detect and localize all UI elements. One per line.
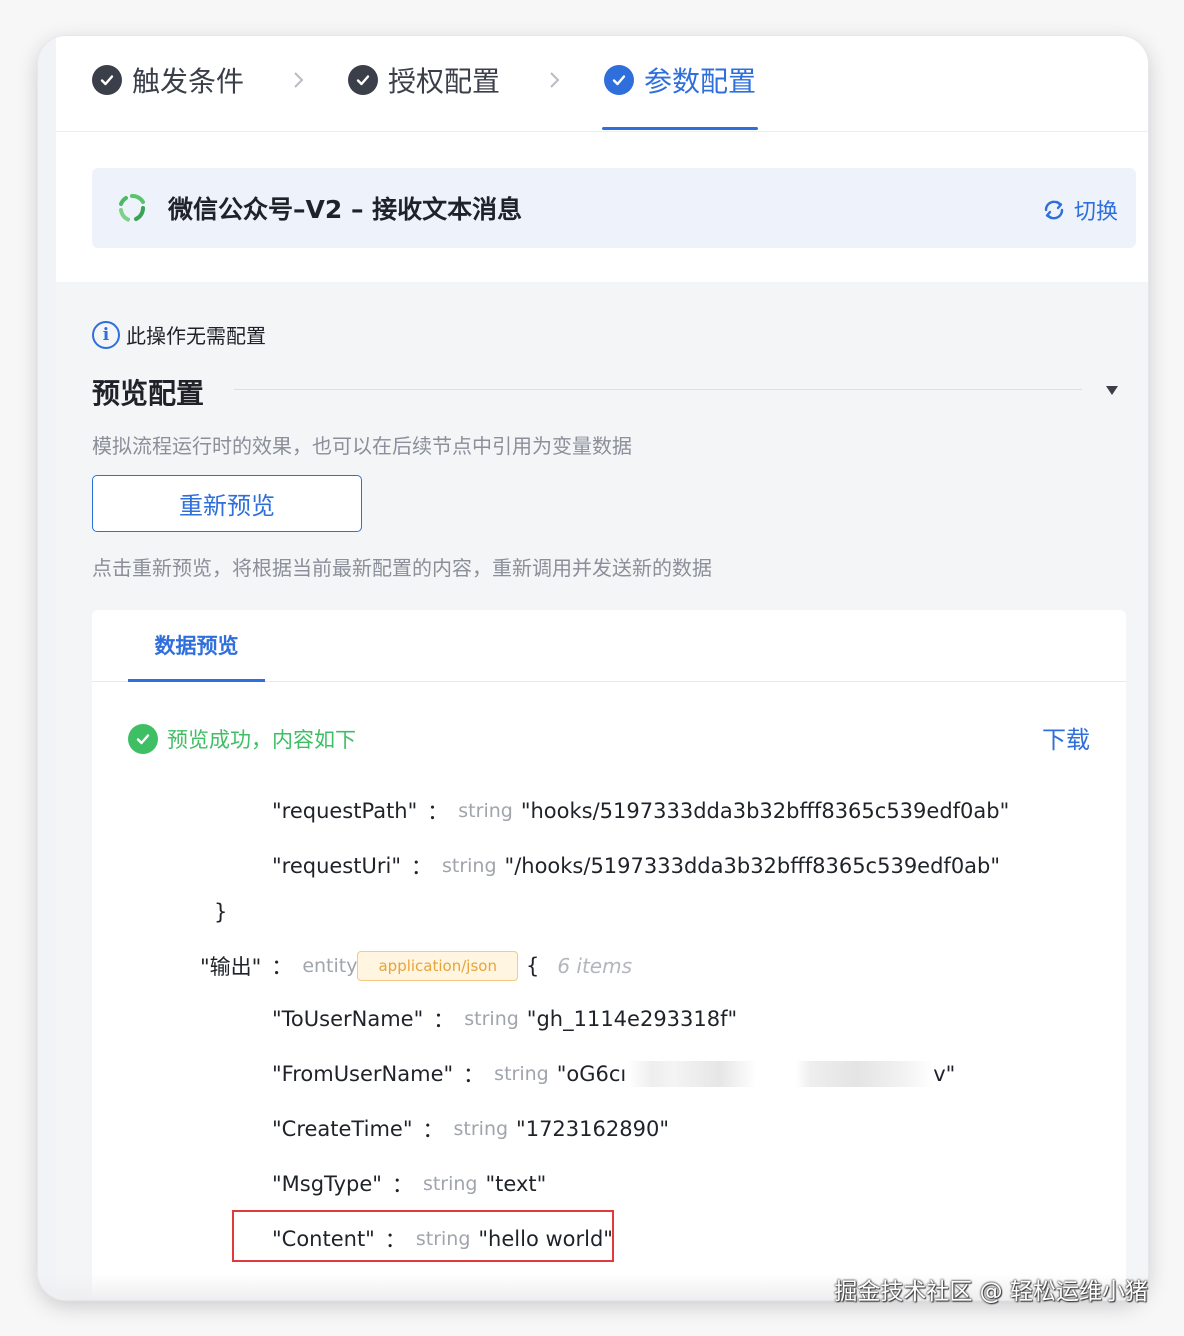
- json-value: "hello world": [478, 1227, 613, 1251]
- json-key: "requestUri": [272, 854, 401, 878]
- json-row-from-user: "FromUserName" ： string "oG6cı v": [272, 1059, 955, 1089]
- json-value: "text": [485, 1172, 547, 1196]
- json-row-msg-type: "MsgType" ： string "text": [272, 1169, 546, 1199]
- json-row-content: "Content" ： string "hello world": [272, 1224, 613, 1254]
- tab-data-preview[interactable]: 数据预览: [128, 610, 265, 682]
- app-title: 微信公众号–V2 – 接收文本消息: [168, 195, 523, 224]
- section-description: 模拟流程运行时的效果，也可以在后续节点中引用为变量数据: [92, 434, 632, 458]
- step-label: 授权配置: [388, 65, 501, 98]
- app-banner: 微信公众号–V2 – 接收文本消息 切换: [92, 168, 1136, 248]
- json-type: entity: [302, 955, 358, 977]
- json-value: "gh_1114e293318f": [526, 1007, 738, 1031]
- step-label: 参数配置: [644, 65, 757, 98]
- info-notice: i 此操作无需配置: [92, 320, 266, 349]
- chevron-right-icon: [550, 72, 560, 88]
- switch-icon: [1044, 200, 1064, 220]
- json-value-start: "oG6cı: [556, 1062, 627, 1086]
- active-step-underline: [602, 127, 758, 130]
- json-value: "/hooks/5197333dda3b32bfff8365c539edf0ab…: [504, 854, 1001, 878]
- json-key: "MsgType": [272, 1172, 382, 1196]
- json-colon: ：: [427, 800, 449, 824]
- success-icon: [128, 724, 158, 754]
- check-circle-icon: [92, 65, 122, 95]
- json-close-brace: }: [214, 900, 228, 924]
- json-type: string: [494, 1063, 549, 1085]
- config-area: i 此操作无需配置 预览配置 模拟流程运行时的效果，也可以在后续节点中引用为变量…: [56, 282, 1148, 1300]
- json-row-to-user: "ToUserName" ： string "gh_1114e293318f": [272, 1004, 737, 1034]
- app-logo-icon: [119, 194, 146, 222]
- step-trigger[interactable]: 触发条件: [92, 62, 244, 98]
- step-label: 触发条件: [132, 65, 245, 98]
- json-value: "1723162890": [516, 1117, 669, 1141]
- json-type: string: [464, 1008, 519, 1030]
- json-type: string: [441, 855, 497, 877]
- json-colon: ：: [410, 855, 432, 879]
- json-value-end: v": [933, 1062, 956, 1086]
- redacted-blur: [628, 1061, 934, 1087]
- json-key: "CreateTime": [272, 1117, 413, 1141]
- info-text: 此操作无需配置: [126, 324, 266, 348]
- json-colon: ：: [384, 1228, 406, 1252]
- chevron-right-icon: [294, 72, 304, 88]
- switch-button[interactable]: 切换: [1040, 194, 1118, 226]
- item-count: 6 items: [557, 954, 633, 978]
- json-row-output[interactable]: "输出" ： entity application/json { 6 items: [200, 951, 632, 981]
- json-key: "requestPath": [272, 799, 418, 823]
- json-colon: ：: [271, 955, 293, 979]
- json-colon: ：: [433, 1008, 455, 1032]
- status-text: 预览成功，内容如下: [167, 728, 356, 752]
- panel-tabs: 数据预览: [92, 610, 1126, 682]
- download-link[interactable]: 下载: [1042, 720, 1090, 755]
- check-circle-icon: [604, 65, 634, 95]
- refresh-hint: 点击重新预览，将根据当前最新配置的内容，重新调用并发送新的数据: [92, 556, 712, 580]
- json-type: string: [453, 1118, 509, 1140]
- app-window: 触发条件 授权配置 参数配置 微信公众号–V2 – 接收文本消息 切换 i 此操…: [38, 36, 1148, 1300]
- json-type: string: [422, 1173, 478, 1195]
- data-preview-panel: 数据预览 预览成功，内容如下 下载 "requestPath" ： string…: [92, 610, 1126, 1300]
- json-value: "hooks/5197333dda3b32bfff8365c539edf0ab": [520, 799, 1010, 823]
- json-key: "ToUserName": [272, 1007, 424, 1031]
- json-row-request-uri: "requestUri" ： string "/hooks/5197333dda…: [272, 851, 1000, 881]
- json-key: "Content": [272, 1227, 375, 1251]
- step-auth[interactable]: 授权配置: [348, 62, 500, 98]
- switch-label: 切换: [1073, 200, 1118, 225]
- section-title: 预览配置: [92, 377, 205, 410]
- json-colon: ：: [391, 1173, 413, 1197]
- json-type: string: [415, 1228, 471, 1250]
- content-type-badge: application/json: [357, 951, 518, 981]
- json-type: string: [458, 800, 513, 822]
- json-row-request-path: "requestPath" ： string "hooks/5197333dda…: [272, 796, 1009, 826]
- left-edge: [38, 36, 56, 1300]
- json-colon: ：: [422, 1118, 444, 1142]
- json-colon: ：: [463, 1063, 485, 1087]
- json-key: "输出": [200, 955, 262, 979]
- json-open-brace: {: [525, 954, 540, 978]
- step-navigation: 触发条件 授权配置 参数配置: [56, 36, 1148, 132]
- watermark-text: 掘金技术社区 @ 轻松运维小猪: [834, 1279, 1148, 1305]
- info-icon: i: [92, 320, 120, 349]
- preview-status: 预览成功，内容如下: [128, 724, 356, 754]
- step-params[interactable]: 参数配置: [604, 62, 756, 98]
- collapse-caret-icon[interactable]: [1106, 386, 1118, 395]
- json-key: "FromUserName": [272, 1062, 454, 1086]
- section-divider: [234, 389, 1082, 390]
- json-row-create-time: "CreateTime" ： string "1723162890": [272, 1114, 669, 1144]
- refresh-preview-button[interactable]: 重新预览: [92, 475, 362, 532]
- check-circle-icon: [348, 65, 378, 95]
